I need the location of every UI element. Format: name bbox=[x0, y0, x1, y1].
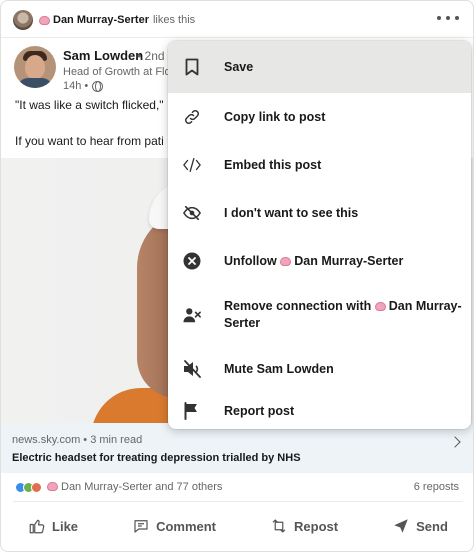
post-text-line: If you want to hear from pati bbox=[15, 134, 164, 148]
send-button[interactable]: Send bbox=[392, 517, 448, 535]
menu-item-label: Copy link to post bbox=[224, 109, 326, 124]
send-icon bbox=[394, 519, 408, 533]
post-timestamp: 14h • bbox=[63, 80, 104, 92]
like-button[interactable]: Like bbox=[28, 517, 78, 535]
social-context-line: Dan Murray-Serter likes this bbox=[13, 9, 195, 31]
connection-degree: • 2nd bbox=[137, 49, 165, 63]
menu-item-remove-connection[interactable]: Remove connection with Dan Murray- Serter bbox=[168, 285, 471, 345]
flag-icon bbox=[183, 402, 201, 420]
menu-item-hide-post[interactable]: I don't want to see this bbox=[168, 189, 471, 237]
menu-item-copy-link[interactable]: Copy link to post bbox=[168, 93, 471, 141]
post-text-line: "It was like a switch flicked," bbox=[15, 98, 164, 112]
link-title[interactable]: Electric headset for treating depression… bbox=[12, 452, 301, 464]
eye-slash-icon bbox=[183, 204, 201, 222]
post-options-menu: Save Copy link to post Embed this post I… bbox=[168, 41, 471, 429]
actor-action-text: likes this bbox=[152, 14, 196, 26]
reposts-count[interactable]: 6 reposts bbox=[414, 481, 459, 493]
menu-item-label: Save bbox=[224, 59, 254, 74]
menu-item-embed[interactable]: Embed this post bbox=[168, 141, 471, 189]
send-label: Send bbox=[416, 518, 448, 534]
author-avatar[interactable] bbox=[14, 46, 56, 88]
love-reaction-icon bbox=[31, 481, 42, 493]
menu-item-label: Mute Sam Lowden bbox=[224, 361, 334, 376]
author-name[interactable]: Sam Lowden bbox=[63, 48, 143, 63]
action-bar: Like Comment Repost Send bbox=[1, 509, 473, 543]
repost-button[interactable]: Repost bbox=[270, 517, 338, 535]
like-label: Like bbox=[52, 518, 79, 534]
person-remove-icon bbox=[183, 306, 201, 324]
menu-item-label: Remove connection with Dan Murray- Serter bbox=[224, 299, 462, 330]
comment-icon bbox=[134, 520, 148, 533]
brain-emoji-icon bbox=[39, 15, 50, 25]
link-icon bbox=[183, 108, 201, 126]
actor-avatar[interactable] bbox=[13, 10, 33, 30]
reactions-summary[interactable]: Dan Murray-Serter and 77 others bbox=[15, 479, 222, 495]
author-headline: Head of Growth at Flo bbox=[63, 66, 171, 78]
comment-label: Comment bbox=[156, 518, 217, 534]
time-ago: 14h • bbox=[63, 80, 89, 92]
comment-button[interactable]: Comment bbox=[132, 517, 216, 535]
bookmark-icon bbox=[183, 58, 201, 76]
menu-item-save[interactable]: Save bbox=[168, 41, 471, 93]
brain-emoji-icon bbox=[280, 256, 292, 266]
repost-label: Repost bbox=[294, 518, 339, 534]
more-icon[interactable] bbox=[437, 11, 459, 25]
menu-item-label: Unfollow Dan Murray-Serter bbox=[224, 253, 404, 268]
thumbs-up-icon bbox=[29, 519, 45, 534]
menu-item-label: Report post bbox=[224, 403, 295, 418]
code-icon bbox=[183, 156, 201, 174]
divider bbox=[1, 37, 473, 38]
reactions-text: Dan Murray-Serter and 77 others bbox=[47, 481, 222, 493]
menu-item-label: Embed this post bbox=[224, 157, 322, 172]
globe-icon bbox=[92, 80, 104, 92]
menu-item-label: I don't want to see this bbox=[224, 205, 359, 220]
menu-item-unfollow[interactable]: Unfollow Dan Murray-Serter bbox=[168, 237, 471, 285]
speaker-mute-icon bbox=[183, 360, 201, 378]
link-source: news.sky.com • 3 min read bbox=[12, 434, 143, 446]
link-preview[interactable] bbox=[1, 423, 473, 473]
repost-icon bbox=[272, 519, 286, 533]
divider bbox=[13, 501, 463, 502]
actor-name[interactable]: Dan Murray-Serter bbox=[53, 14, 149, 26]
menu-item-report[interactable]: Report post bbox=[168, 393, 471, 429]
brain-emoji-icon bbox=[47, 482, 58, 491]
feed-post-card: Dan Murray-Serter likes this Sam Lowden … bbox=[0, 0, 474, 552]
brain-emoji-icon bbox=[374, 302, 386, 311]
close-circle-icon bbox=[183, 252, 201, 270]
menu-item-mute[interactable]: Mute Sam Lowden bbox=[168, 345, 471, 393]
